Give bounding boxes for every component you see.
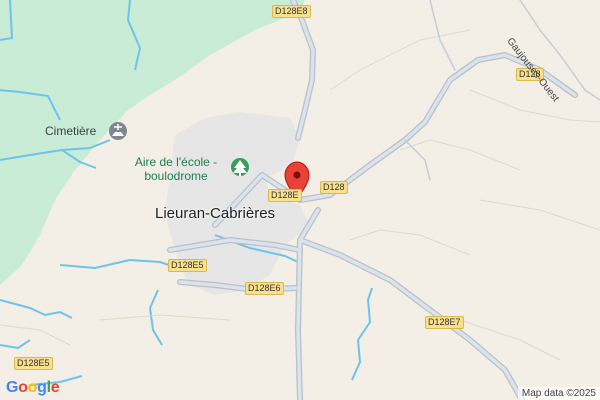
park-label-line1: Aire de l'école - — [134, 155, 218, 169]
logo-letter: g — [37, 379, 47, 396]
map-attribution[interactable]: Map data ©2025 — [517, 387, 600, 400]
road-label-d128e5-west: D128E5 — [14, 357, 53, 370]
park-label-line2: boulodrome — [144, 169, 208, 183]
logo-letter: G — [6, 379, 19, 396]
logo-letter: o — [18, 379, 28, 396]
cemetery-label[interactable]: Cimetière — [45, 124, 96, 138]
road-label-d128e7: D128E7 — [425, 316, 464, 329]
road-label-d128e: D128E — [268, 189, 302, 202]
road-label-d128e6: D128E6 — [245, 282, 284, 295]
town-label[interactable]: Lieuran-Cabrières — [155, 205, 275, 222]
cemetery-icon — [109, 122, 127, 140]
park-label[interactable]: Aire de l'école - boulodrome — [120, 155, 232, 183]
road-label-d128e5-town: D128E5 — [168, 259, 207, 272]
road-label-d128: D128 — [320, 181, 348, 194]
google-logo: Google — [6, 379, 60, 397]
road-label-d128e8: D128E8 — [272, 5, 311, 18]
tree-icon — [231, 158, 249, 176]
logo-letter: e — [50, 379, 60, 396]
map-view[interactable]: D128E8 D128 D128 D128E D128E5 D128E6 D12… — [0, 0, 600, 400]
logo-letter: o — [27, 379, 38, 396]
